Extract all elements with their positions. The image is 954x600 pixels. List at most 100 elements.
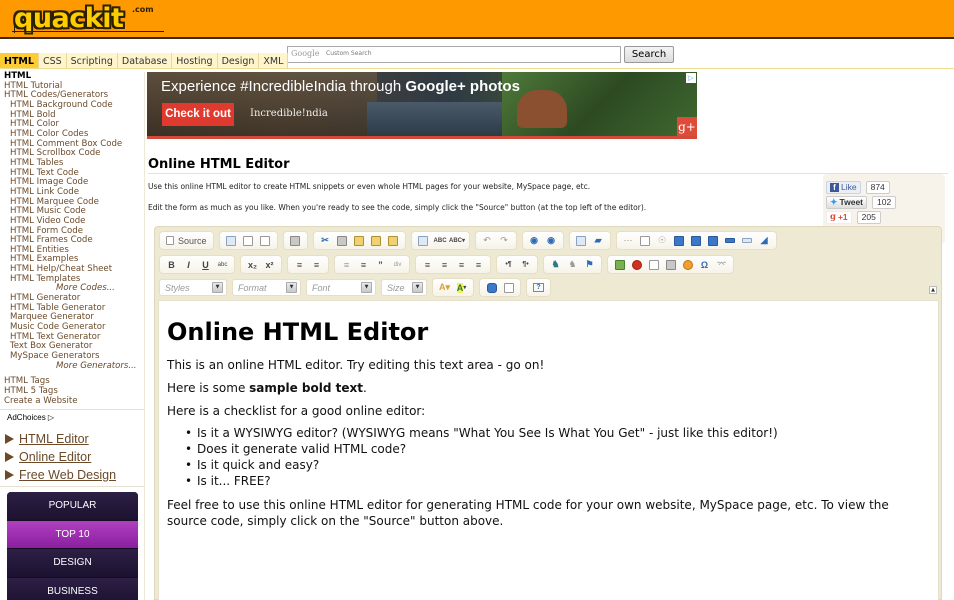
print-button[interactable] (415, 233, 432, 248)
replace-button[interactable]: ◉ (543, 233, 560, 248)
save-button[interactable] (223, 233, 240, 248)
show-blocks-button[interactable] (500, 280, 517, 295)
superscript-button[interactable]: x² (261, 257, 278, 272)
button-field-button[interactable] (722, 233, 739, 248)
smiley-button[interactable] (679, 257, 696, 272)
ad-cta-button[interactable]: Check it out (162, 103, 234, 126)
blockquote-button[interactable]: ” (372, 257, 389, 272)
rtl-button[interactable]: ¶• (517, 257, 534, 272)
align-right-button[interactable]: ≡ (453, 257, 470, 272)
subscript-button[interactable]: x₂ (244, 257, 261, 272)
tab-xml[interactable]: XML (259, 53, 289, 69)
sidebar-link[interactable]: Create a Website (0, 396, 145, 407)
redo-button[interactable]: ↷ (496, 233, 513, 248)
more-generators-link[interactable]: More Generators... (0, 361, 145, 372)
outdent-button[interactable]: ≡ (338, 257, 355, 272)
tab-database[interactable]: Database (117, 53, 173, 69)
remove-format-button[interactable]: ▰ (590, 233, 607, 248)
format-dropdown[interactable]: Format ▼ (232, 279, 301, 296)
new-page-button[interactable] (240, 233, 257, 248)
ltr-button[interactable]: •¶ (500, 257, 517, 272)
italic-button[interactable]: I (180, 257, 197, 272)
ad-info-icon[interactable]: ▷ (686, 73, 696, 83)
list-item: Is it quick and easy? (185, 457, 930, 473)
toolbar-group-forms: ⋯ ☉ ◢ (615, 231, 777, 250)
paste-text-button[interactable] (368, 233, 385, 248)
subscript-icon: x₂ (247, 259, 257, 270)
search-input[interactable]: Google Custom Search (287, 46, 621, 63)
size-dropdown[interactable]: Size ▼ (381, 279, 427, 296)
font-dropdown[interactable]: Font ▼ (306, 279, 376, 296)
flash-button[interactable] (628, 257, 645, 272)
category-popular[interactable]: POPULAR (7, 492, 138, 521)
numbered-list-button[interactable]: ≡ (291, 257, 308, 272)
radio-button[interactable]: ☉ (654, 233, 671, 248)
textfield-button[interactable] (671, 233, 688, 248)
paste-button[interactable] (351, 233, 368, 248)
ad-link-online-editor[interactable]: Online Editor (5, 448, 116, 466)
ad-link-html-editor[interactable]: HTML Editor (5, 430, 116, 448)
source-button[interactable]: Source (163, 233, 210, 248)
page-title: Online HTML Editor (148, 157, 290, 172)
adchoices-label[interactable]: AdChoices ▷ (7, 413, 54, 422)
unlink-button[interactable]: ♞ (564, 257, 581, 272)
ad-link-free-web-design[interactable]: Free Web Design (5, 466, 116, 484)
align-left-button[interactable]: ≡ (419, 257, 436, 272)
page-break-button[interactable]: ⌤ (713, 257, 730, 272)
tab-css[interactable]: CSS (38, 53, 67, 69)
image-button-field[interactable] (739, 233, 756, 248)
image-button[interactable] (611, 257, 628, 272)
ad-banner[interactable]: Experience #IncredibleIndia through Goog… (147, 72, 697, 139)
textarea-button[interactable] (688, 233, 705, 248)
bold-button[interactable]: B (163, 257, 180, 272)
select-field-button[interactable] (705, 233, 722, 248)
preview-button[interactable] (257, 233, 274, 248)
div-container-button[interactable]: div (389, 257, 406, 272)
table-button[interactable] (645, 257, 662, 272)
ad-link-label: HTML Editor (19, 432, 89, 446)
editor-content-area[interactable]: Online HTML Editor This is an online HTM… (158, 300, 939, 600)
tab-html[interactable]: HTML (0, 53, 39, 69)
collapse-toolbar-button[interactable]: ▲ (929, 286, 937, 294)
link-button[interactable]: ♞ (547, 257, 564, 272)
styles-dropdown[interactable]: Styles ▼ (159, 279, 227, 296)
align-center-button[interactable]: ≡ (436, 257, 453, 272)
category-design[interactable]: DESIGN (7, 549, 138, 578)
tweet-button[interactable]: ✦ Tweet (826, 195, 868, 209)
undo-button[interactable]: ↶ (479, 233, 496, 248)
spellcheck-as-you-type-button[interactable]: ABC▾ (449, 233, 466, 248)
category-top-10[interactable]: TOP 10 (7, 520, 138, 549)
special-char-button[interactable]: Ω (696, 257, 713, 272)
find-button[interactable]: ◉ (526, 233, 543, 248)
cut-button[interactable]: ✂ (317, 233, 334, 248)
spellcheck-button[interactable]: ABC (432, 233, 449, 248)
facebook-like-button[interactable]: f Like (826, 180, 861, 194)
strikethrough-button[interactable]: abc (214, 257, 231, 272)
checkbox-button[interactable] (637, 233, 654, 248)
underline-button[interactable]: U (197, 257, 214, 272)
select-all-button[interactable] (573, 233, 590, 248)
bulleted-list-button[interactable]: ≡ (308, 257, 325, 272)
copy-button[interactable] (334, 233, 351, 248)
paste-word-button[interactable] (385, 233, 402, 248)
anchor-button[interactable]: ⚑ (581, 257, 598, 272)
justify-button[interactable]: ≡ (470, 257, 487, 272)
horizontal-rule-button[interactable] (662, 257, 679, 272)
indent-button[interactable]: ≡ (355, 257, 372, 272)
tab-hosting[interactable]: Hosting (172, 53, 218, 69)
category-business[interactable]: BUSINESS (7, 577, 138, 600)
text-color-button[interactable]: A▾ (436, 280, 453, 295)
templates-button[interactable] (287, 233, 304, 248)
form-button[interactable]: ⋯ (620, 233, 637, 248)
about-button[interactable]: ? (530, 280, 547, 295)
quackit-logo[interactable]: quackit .com (12, 3, 164, 35)
hidden-field-button[interactable]: ◢ (756, 233, 773, 248)
background-color-button[interactable]: A ▾ (453, 280, 470, 295)
tab-scripting[interactable]: Scripting (66, 53, 118, 69)
google-plus-icon[interactable]: g+ (677, 117, 697, 137)
eraser-icon: ▰ (594, 235, 602, 245)
google-plusone-button[interactable]: g +1 (826, 210, 852, 224)
maximize-button[interactable] (483, 280, 500, 295)
tab-design[interactable]: Design (217, 53, 260, 69)
search-button[interactable]: Search (624, 46, 674, 63)
